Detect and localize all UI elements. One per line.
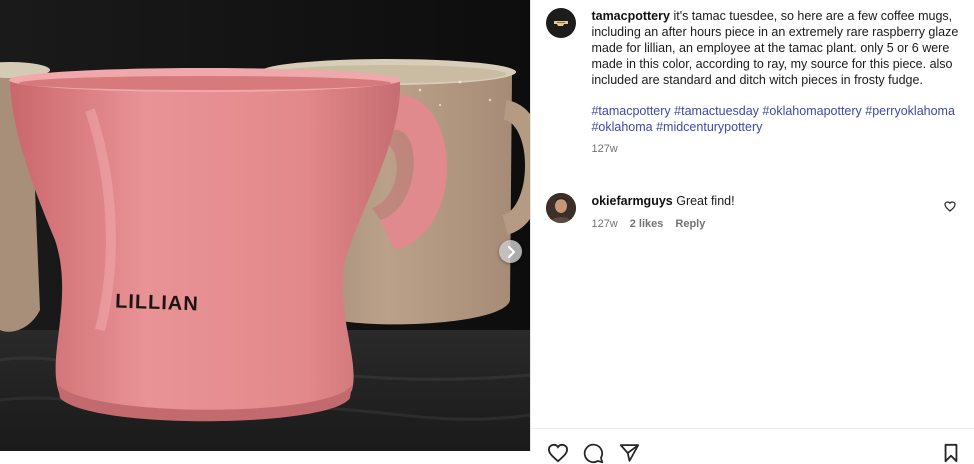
post-viewer: LILLIAN tamacpottery it's tamac tuesdee,… xyxy=(0,0,974,464)
hashtag-link[interactable]: #tamactuesday xyxy=(674,104,759,118)
commenter-avatar[interactable] xyxy=(546,193,577,223)
comment-meta: 127w 2 likes Reply xyxy=(591,216,966,232)
bookmark-icon[interactable] xyxy=(943,443,959,463)
author-avatar[interactable] xyxy=(546,8,577,38)
comment-item: okiefarmguys Great find! 127w 2 likes Re… xyxy=(546,193,966,232)
logo-icon xyxy=(554,21,569,26)
comment-body: Great find! xyxy=(676,194,735,208)
commenter-username[interactable]: okiefarmguys xyxy=(591,194,672,208)
comment-text: okiefarmguys Great find! 127w 2 likes Re… xyxy=(591,193,966,232)
author-username[interactable]: tamacpottery xyxy=(591,9,670,23)
heart-icon[interactable] xyxy=(547,443,569,463)
comment-likes[interactable]: 2 likes xyxy=(630,216,664,232)
post-photo[interactable]: LILLIAN xyxy=(0,0,531,451)
hashtag-list: #tamacpottery #tamactuesday #oklahomapot… xyxy=(591,103,966,135)
chevron-right-icon xyxy=(507,245,515,258)
send-icon[interactable] xyxy=(619,443,640,463)
reply-button[interactable]: Reply xyxy=(675,216,705,232)
post-age[interactable]: 127w xyxy=(591,141,966,157)
post-details-panel: tamacpottery it's tamac tuesdee, so here… xyxy=(530,0,974,464)
hashtag-link[interactable]: #oklahoma xyxy=(591,120,652,134)
avatar-image xyxy=(546,193,577,223)
heart-icon[interactable] xyxy=(944,201,956,212)
hashtag-link[interactable]: #perryoklahoma xyxy=(865,104,955,118)
comment-icon[interactable] xyxy=(583,443,604,464)
next-photo-button[interactable] xyxy=(499,240,522,263)
hashtag-link[interactable]: #oklahomapottery xyxy=(762,104,861,118)
comment-age[interactable]: 127w xyxy=(591,216,617,232)
action-bar xyxy=(531,428,974,464)
hashtag-link[interactable]: #midcenturypottery xyxy=(656,120,762,134)
mug-lettering: LILLIAN xyxy=(115,291,199,316)
hashtag-link[interactable]: #tamacpottery xyxy=(591,104,670,118)
post-caption-block: tamacpottery it's tamac tuesdee, so here… xyxy=(546,8,966,157)
photo-scene: LILLIAN xyxy=(0,0,531,451)
caption-text: tamacpottery it's tamac tuesdee, so here… xyxy=(591,8,966,157)
